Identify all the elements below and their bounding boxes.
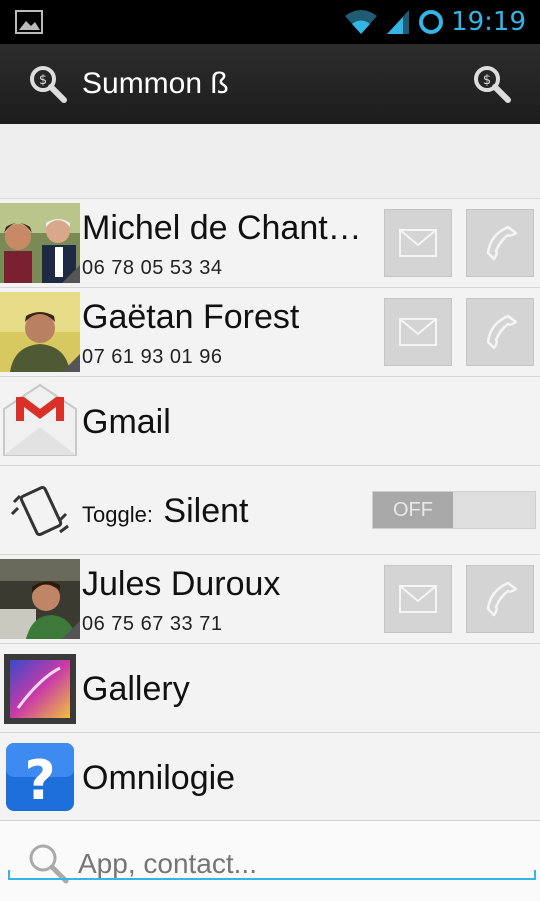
mail-icon bbox=[399, 318, 437, 346]
signal-icon bbox=[387, 10, 410, 34]
email-button[interactable] bbox=[384, 209, 452, 277]
app-title: Summon ß bbox=[82, 67, 229, 100]
svg-text:?: ? bbox=[24, 749, 55, 812]
gallery-icon bbox=[4, 654, 76, 724]
contact-name: Gaëtan Forest bbox=[82, 298, 300, 336]
toggle-prefix: Toggle: bbox=[82, 502, 153, 527]
summon-search-icon[interactable]: $ bbox=[26, 62, 70, 106]
summon-search-icon[interactable]: $ bbox=[470, 62, 514, 106]
header-spacer bbox=[0, 124, 540, 199]
search-bar bbox=[0, 820, 540, 901]
help-icon: ? bbox=[6, 743, 74, 812]
silent-toggle-switch[interactable]: OFF bbox=[372, 491, 536, 529]
contact-photo bbox=[0, 292, 80, 372]
svg-text:$: $ bbox=[39, 73, 47, 88]
wifi-icon bbox=[345, 10, 378, 34]
gmail-icon bbox=[3, 383, 77, 456]
app-name: Omnilogie bbox=[82, 759, 236, 797]
contact-phone: 07 61 93 01 96 bbox=[82, 346, 223, 368]
phone-icon bbox=[486, 314, 518, 350]
gallery-status-icon bbox=[15, 10, 43, 34]
switch-state: OFF bbox=[373, 492, 453, 528]
list-item-app[interactable]: Gallery bbox=[0, 644, 540, 733]
phone-icon bbox=[486, 225, 518, 261]
contact-photo bbox=[0, 559, 80, 639]
mail-icon bbox=[399, 585, 437, 613]
svg-text:$: $ bbox=[483, 73, 491, 88]
list-item-contact[interactable]: Gaëtan Forest 07 61 93 01 96 bbox=[0, 288, 540, 377]
contact-phone: 06 75 67 33 71 bbox=[82, 613, 223, 635]
contact-photo bbox=[0, 203, 80, 283]
phone-icon bbox=[486, 581, 518, 617]
contact-name: Jules Duroux bbox=[82, 565, 281, 603]
list-item-contact[interactable]: Michel de Chant… 06 78 05 53 34 bbox=[0, 199, 540, 288]
email-button[interactable] bbox=[384, 298, 452, 366]
email-button[interactable] bbox=[384, 565, 452, 633]
list-item-toggle[interactable]: Toggle: Silent OFF bbox=[0, 466, 540, 555]
silent-phone-icon bbox=[10, 485, 69, 537]
sync-icon bbox=[419, 10, 444, 34]
contact-name: Michel de Chant… bbox=[82, 209, 362, 247]
mail-icon bbox=[399, 229, 437, 257]
toggle-name: Silent bbox=[163, 492, 249, 530]
contact-phone: 06 78 05 53 34 bbox=[82, 257, 223, 279]
app-name: Gmail bbox=[82, 403, 171, 441]
list-item-app[interactable]: ? Omnilogie bbox=[0, 733, 540, 822]
app-name: Gallery bbox=[82, 670, 190, 708]
call-button[interactable] bbox=[466, 565, 534, 633]
call-button[interactable] bbox=[466, 209, 534, 277]
list-item-app[interactable]: Gmail bbox=[0, 377, 540, 466]
toggle-label: Toggle: Silent bbox=[82, 492, 248, 531]
results-list: Michel de Chant… 06 78 05 53 34 Gaëtan F… bbox=[0, 199, 540, 822]
call-button[interactable] bbox=[466, 298, 534, 366]
search-underline bbox=[8, 870, 536, 880]
status-bar: 19:19 bbox=[0, 0, 540, 44]
action-bar: $ Summon ß $ bbox=[0, 44, 540, 124]
list-item-contact[interactable]: Jules Duroux 06 75 67 33 71 bbox=[0, 555, 540, 644]
clock: 19:19 bbox=[451, 7, 526, 37]
